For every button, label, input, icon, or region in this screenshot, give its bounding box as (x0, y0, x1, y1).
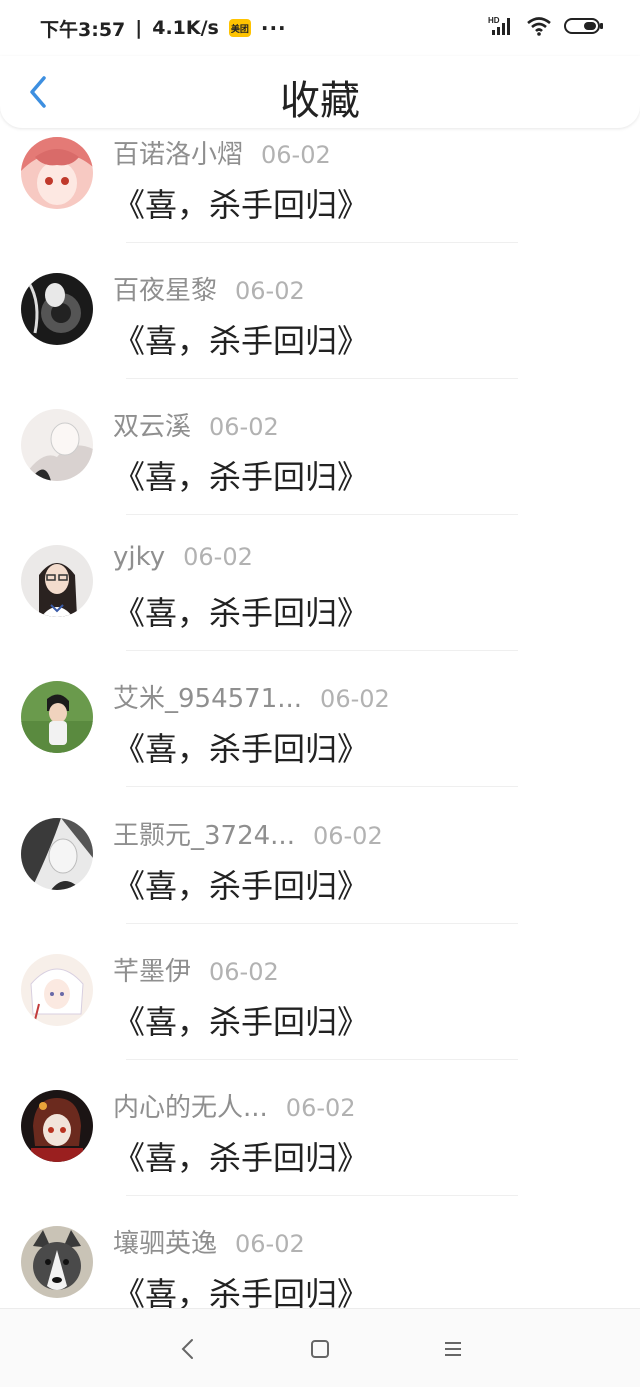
item-meta: 艾米_954571... 06-02 (113, 678, 390, 715)
item-title: 《喜，杀手回归》 (113, 1003, 370, 1041)
avatar[interactable] (21, 681, 93, 753)
nav-menu-button[interactable] (433, 1331, 473, 1367)
status-separator: | (135, 17, 143, 39)
item-username: 百诺洛小熠 (113, 140, 244, 170)
item-meta: 百诺洛小熠 06-02 (113, 134, 331, 171)
divider (126, 786, 518, 787)
list-item[interactable]: 百诺洛小熠 06-02 《喜，杀手回归》 (0, 128, 640, 248)
list-item[interactable]: 百夜星黎 06-02 《喜，杀手回归》 (0, 248, 640, 384)
list-item[interactable]: 芊墨伊 06-02 《喜，杀手回归》 (0, 929, 640, 1065)
list-item[interactable]: 双云溪 06-02 《喜，杀手回归》 (0, 384, 640, 520)
avatar[interactable] (21, 1226, 93, 1298)
status-right: HD (488, 16, 604, 40)
item-username: 王颢元_3724... (113, 821, 295, 851)
item-title: 《喜，杀手回归》 (113, 458, 370, 496)
item-date: 06-02 (235, 1230, 305, 1258)
nav-home-button[interactable] (300, 1331, 340, 1367)
list-item[interactable]: yjky 06-02 《喜，杀手回归》 (0, 520, 640, 656)
divider (126, 1195, 518, 1196)
item-date: 06-02 (261, 141, 331, 169)
item-title: 《喜，杀手回归》 (113, 322, 370, 360)
divider (126, 923, 518, 924)
avatar[interactable] (21, 1090, 93, 1162)
item-title: 《喜，杀手回归》 (113, 1275, 370, 1308)
status-left: 下午3:57 | 4.1K/s 美团 ··· (40, 16, 287, 41)
nav-back-button[interactable] (168, 1331, 208, 1367)
page-title: 收藏 (280, 78, 360, 124)
item-meta: yjky 06-02 (113, 542, 253, 572)
status-time: 下午3:57 (40, 18, 126, 41)
item-title: 《喜，杀手回归》 (113, 1139, 370, 1177)
avatar[interactable] (21, 954, 93, 1026)
list-item[interactable]: 壤驷英逸 06-02 《喜，杀手回归》 (0, 1201, 640, 1308)
avatar[interactable] (21, 137, 93, 209)
list-item[interactable]: 王颢元_3724... 06-02 《喜，杀手回归》 (0, 793, 640, 929)
header-bar: 收藏 (0, 56, 640, 128)
avatar[interactable] (21, 409, 93, 481)
item-username: 壤驷英逸 (113, 1229, 218, 1259)
divider (126, 378, 518, 379)
item-date: 06-02 (285, 1094, 356, 1122)
divider (126, 514, 518, 515)
avatar[interactable] (21, 273, 93, 345)
item-title: 《喜，杀手回归》 (113, 186, 370, 224)
list-item[interactable]: 艾米_954571... 06-02 《喜，杀手回归》 (0, 656, 640, 792)
divider (126, 242, 518, 243)
item-meta: 壤驷英逸 06-02 (113, 1223, 305, 1260)
item-date: 06-02 (320, 685, 390, 713)
item-date: 06-02 (235, 277, 305, 305)
status-bar: 下午3:57 | 4.1K/s 美团 ··· HD (0, 0, 640, 56)
wifi-icon (526, 15, 552, 41)
item-date: 06-02 (312, 822, 383, 850)
nav-back-icon (181, 1339, 193, 1359)
divider (126, 1059, 518, 1060)
item-meta: 王颢元_3724... 06-02 (113, 815, 383, 852)
item-username: 百夜星黎 (113, 276, 218, 306)
favorites-list: 百诺洛小熠 06-02 《喜，杀手回归》 百夜星黎 06-02 《喜，杀手回归》 (0, 128, 640, 1308)
divider (126, 650, 518, 651)
avatar[interactable] (21, 818, 93, 890)
item-date: 06-02 (209, 413, 279, 441)
nav-home-icon (311, 1340, 329, 1358)
item-title: 《喜，杀手回归》 (113, 730, 370, 768)
item-date: 06-02 (183, 543, 253, 571)
avatar[interactable] (21, 545, 93, 617)
item-meta: 百夜星黎 06-02 (113, 270, 305, 307)
item-username: 芊墨伊 (113, 957, 192, 987)
item-username: yjky (113, 542, 166, 572)
item-username: 双云溪 (113, 412, 192, 442)
signal-icon: HD (488, 15, 514, 41)
status-network-speed: 4.1K/s (152, 17, 219, 39)
item-title: 《喜，杀手回归》 (113, 594, 370, 632)
item-username: 内心的无人... (113, 1093, 268, 1123)
item-username: 艾米_954571... (113, 684, 303, 714)
system-navigation-bar (0, 1308, 640, 1387)
nav-menu-icon (445, 1342, 461, 1356)
meituan-app-icon: 美团 (228, 19, 251, 37)
battery-icon (564, 15, 604, 41)
item-title: 《喜，杀手回归》 (113, 867, 370, 905)
item-date: 06-02 (209, 958, 279, 986)
item-meta: 双云溪 06-02 (113, 406, 279, 443)
item-meta: 芊墨伊 06-02 (113, 951, 279, 988)
more-notifications-icon: ··· (260, 16, 287, 40)
list-item[interactable]: 内心的无人... 06-02 《喜，杀手回归》 (0, 1065, 640, 1201)
svg-text:HD: HD (488, 16, 500, 25)
item-meta: 内心的无人... 06-02 (113, 1087, 356, 1124)
